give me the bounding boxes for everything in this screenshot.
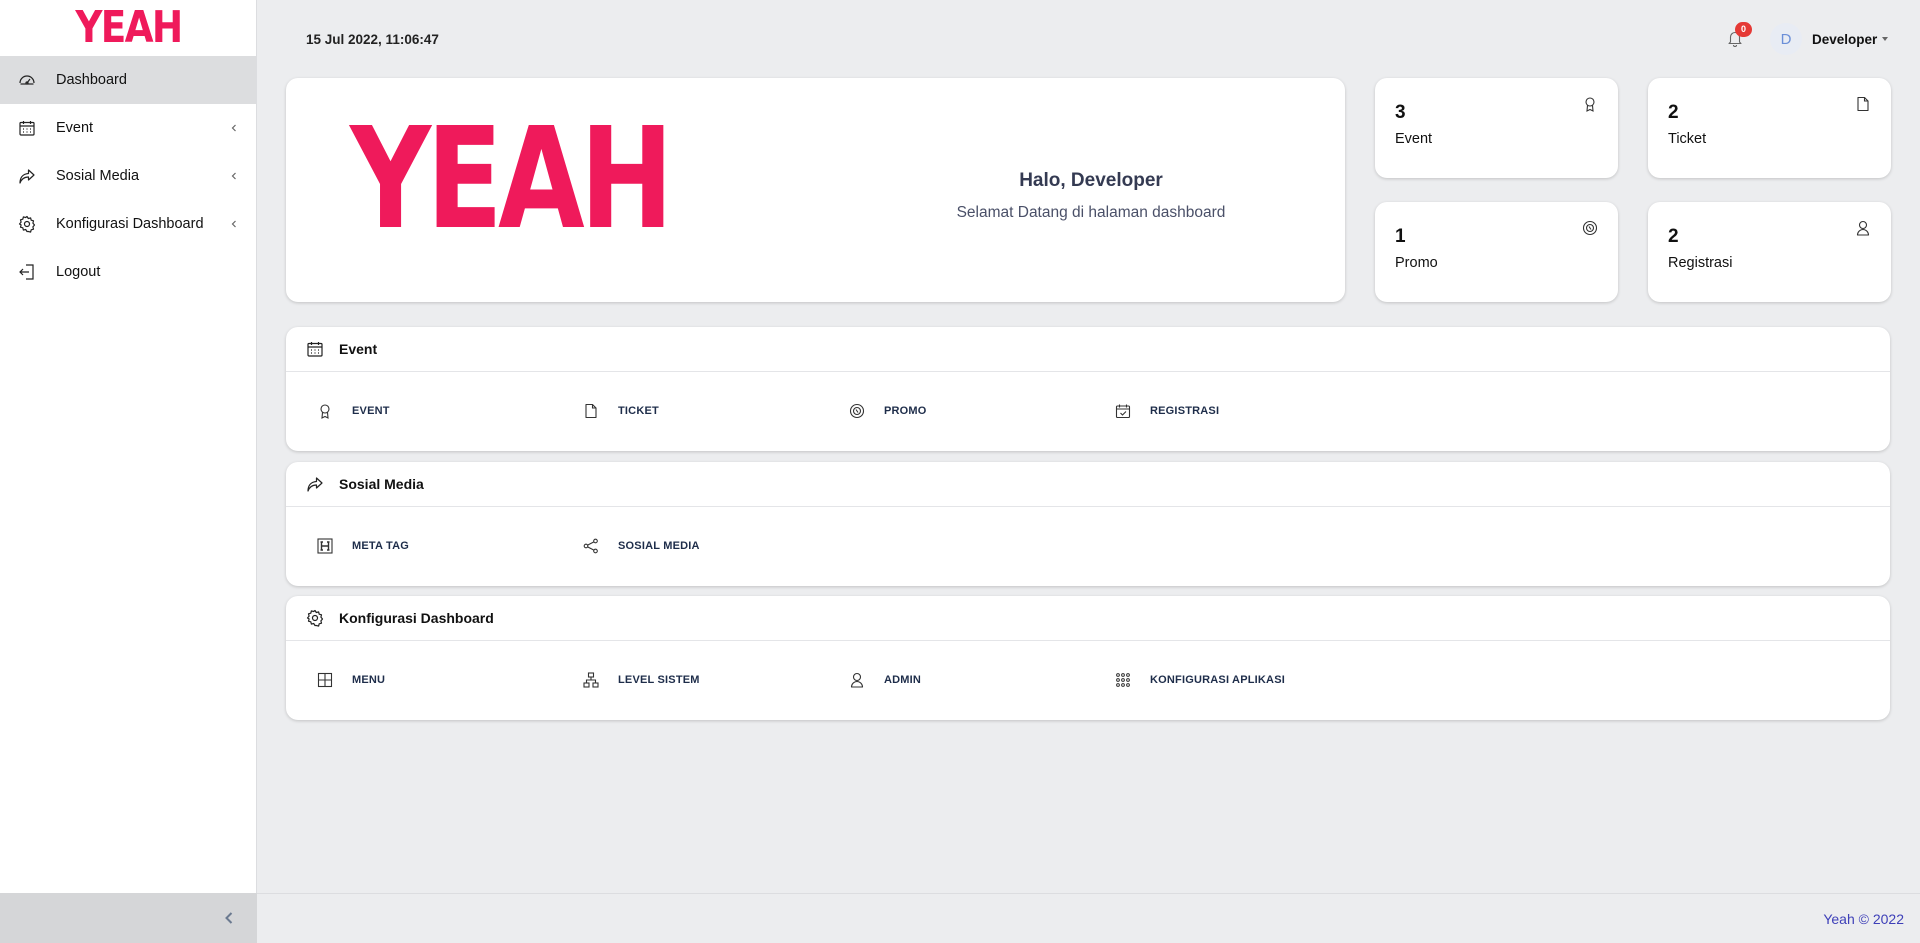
section-title: Event [339,341,378,357]
sidebar-item-label: Logout [56,264,101,280]
shortcut-label: EVENT [352,405,390,417]
share-arrow-icon [18,167,36,185]
logout-icon [18,263,36,281]
coupon-icon [848,402,866,420]
stat-value: 3 [1395,102,1406,123]
gear-icon [306,609,324,627]
shortcut-label: LEVEL SISTEM [618,674,700,686]
section-title: Sosial Media [339,476,424,492]
welcome-logo: YEAH [350,98,674,261]
welcome-subtitle: Selamat Datang di halaman dashboard [956,204,1226,221]
stat-label: Promo [1395,255,1438,271]
sidebar-item-konfigurasi-dashboard[interactable]: Konfigurasi Dashboard [0,200,256,248]
user-icon [1855,220,1871,236]
shortcut-label: META TAG [352,540,409,552]
footer-copyright: Yeah © 2022 [1823,911,1904,927]
section-header: Event [286,327,1890,372]
page-footer: Yeah © 2022 [257,893,1920,943]
shortcut-meta-tag[interactable]: META TAG [316,533,409,559]
section-header: Konfigurasi Dashboard [286,596,1890,641]
speedometer-icon [18,71,36,89]
stat-card-promo[interactable]: 1 Promo [1375,202,1618,302]
coupon-icon [1582,220,1598,236]
section-konfigurasi-dashboard: Konfigurasi Dashboard MENU LEVEL SISTEM … [286,596,1890,720]
section-sosial-media: Sosial Media META TAG SOSIAL MEDIA [286,462,1890,586]
avatar: D [1770,23,1802,55]
sidebar: YEAH Dashboard Event Sosial Media Konfig… [0,0,257,943]
sidebar-item-dashboard[interactable]: Dashboard [0,56,256,104]
sidebar-collapse-button[interactable] [219,908,239,928]
shortcut-promo[interactable]: PROMO [848,398,927,424]
sidebar-item-label: Sosial Media [56,168,140,184]
sidebar-item-logout[interactable]: Logout [0,248,256,296]
caret-down-icon [1882,37,1889,41]
stat-card-ticket[interactable]: 2 Ticket [1648,78,1891,178]
shortcut-label: KONFIGURASI APLIKASI [1150,674,1285,686]
award-icon [316,402,334,420]
user-name: Developer [1812,31,1878,47]
chevron-left-icon [230,124,238,132]
shortcut-konfigurasi-aplikasi[interactable]: KONFIGURASI APLIKASI [1114,667,1285,693]
shortcut-label: ADMIN [884,674,922,686]
brand-logo: YEAH [74,2,183,53]
stat-label: Ticket [1668,131,1707,147]
stat-value: 2 [1668,226,1679,247]
section-items: META TAG SOSIAL MEDIA [286,507,1890,585]
grid-icon [316,671,334,689]
sidebar-item-label: Event [56,120,94,136]
section-items: MENU LEVEL SISTEM ADMIN KONFIGURASI APLI… [286,641,1890,719]
chevron-left-icon [230,172,238,180]
sidebar-item-sosial-media[interactable]: Sosial Media [0,152,256,200]
shortcut-event[interactable]: EVENT [316,398,390,424]
shortcut-label: PROMO [884,405,927,417]
user-menu-dropdown[interactable]: D Developer [1770,22,1889,56]
current-datetime: 15 Jul 2022, 11:06:47 [306,32,439,47]
stat-label: Event [1395,131,1433,147]
chevron-left-icon [230,220,238,228]
section-items: EVENT TICKET PROMO REGISTRASI [286,372,1890,450]
section-title: Konfigurasi Dashboard [339,610,494,626]
welcome-greeting: Halo, Developer [1019,170,1163,191]
shortcut-sosial-media[interactable]: SOSIAL MEDIA [582,533,700,559]
stat-value: 2 [1668,102,1679,123]
share-arrow-icon [306,475,324,493]
sitemap-icon [582,671,600,689]
section-header: Sosial Media [286,462,1890,507]
calendar-icon [18,119,36,137]
shortcut-label: TICKET [618,405,659,417]
gear-icon [18,215,36,233]
shortcut-label: REGISTRASI [1150,405,1220,417]
notification-count-badge: 0 [1735,22,1752,37]
file-icon [1855,96,1871,112]
file-icon [582,402,600,420]
section-event: Event EVENT TICKET PROMO REGISTRASI [286,327,1890,451]
shortcut-label: SOSIAL MEDIA [618,540,700,552]
stat-card-event[interactable]: 3 Event [1375,78,1618,178]
brand-logo-link[interactable]: YEAH [0,0,256,56]
sidebar-footer [0,893,257,943]
apps-icon [1114,671,1132,689]
user-icon [848,671,866,689]
award-icon [1582,96,1598,112]
stat-label: Registrasi [1668,255,1733,271]
shortcut-admin[interactable]: ADMIN [848,667,921,693]
sidebar-item-label: Dashboard [56,72,127,88]
shortcut-ticket[interactable]: TICKET [582,398,659,424]
calendar-check-icon [1114,402,1132,420]
share-nodes-icon [582,537,600,555]
shortcut-level-sistem[interactable]: LEVEL SISTEM [582,667,700,693]
sidebar-item-event[interactable]: Event [0,104,256,152]
shortcut-registrasi[interactable]: REGISTRASI [1114,398,1219,424]
sidebar-item-label: Konfigurasi Dashboard [56,216,204,232]
shortcut-menu[interactable]: MENU [316,667,385,693]
calendar-icon [306,340,324,358]
welcome-card: YEAH Halo, Developer Selamat Datang di h… [286,78,1345,302]
stat-card-registrasi[interactable]: 2 Registrasi [1648,202,1891,302]
shortcut-label: MENU [352,674,386,686]
stat-value: 1 [1395,226,1406,247]
heading-icon [316,537,334,555]
